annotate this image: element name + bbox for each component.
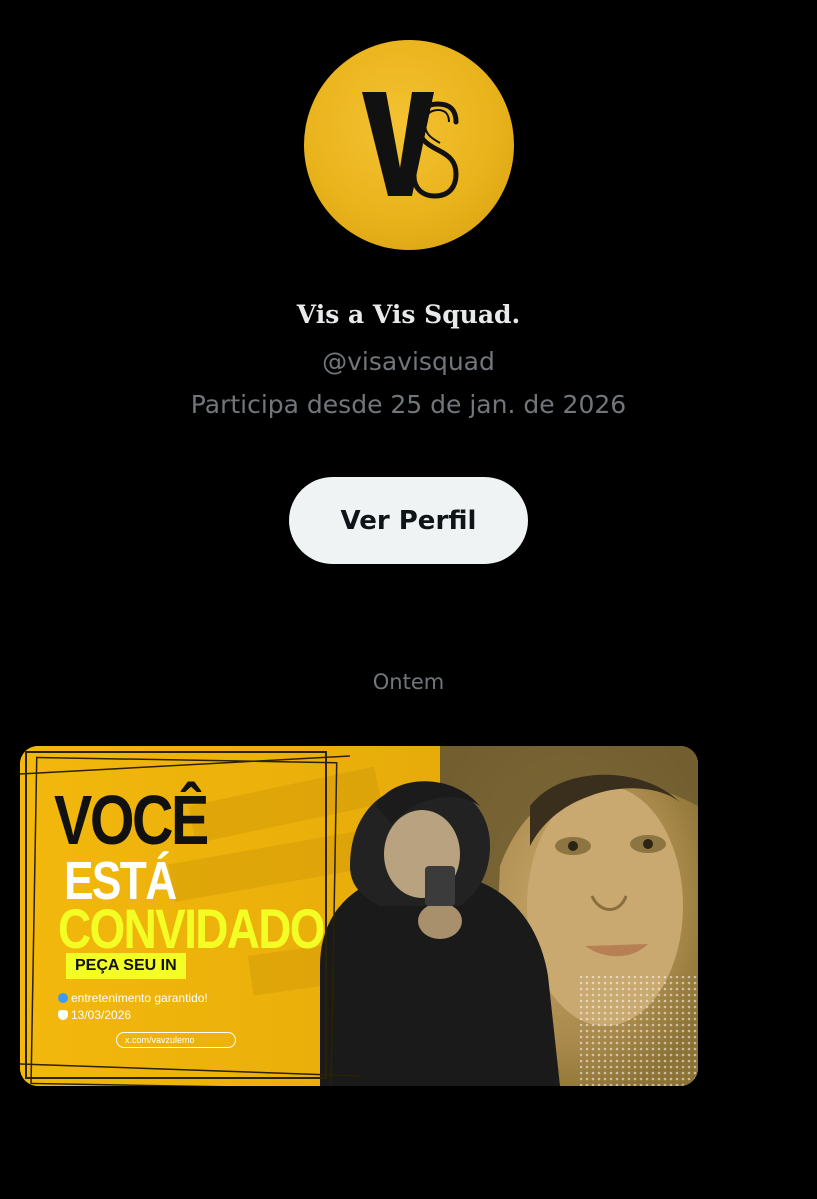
banner-headline-1: VOCÊ	[54, 781, 209, 859]
banner-date-row: 13/03/2026	[58, 1008, 131, 1022]
banner-date: 13/03/2026	[71, 1008, 132, 1022]
banner-headline-3: CONVIDADO	[58, 897, 326, 960]
banner-link: x.com/vavzulemo	[116, 1032, 236, 1048]
banner-tagline-row: entretenimento garantido!	[58, 991, 208, 1005]
shared-image[interactable]: VOCÊ ESTÁ CONVIDADO PEÇA SEU IN entreten…	[20, 746, 698, 1086]
profile-avatar[interactable]	[304, 40, 514, 250]
profile-handle: @visavisquad	[322, 347, 495, 376]
verified-icon	[58, 993, 68, 1003]
vs-logo	[362, 92, 459, 199]
profile-display-name: Vis a Vis Squad.	[296, 300, 521, 329]
banner-link-text: x.com/vavzulemo	[125, 1035, 195, 1045]
profile-join-date: Participa desde 25 de jan. de 2026	[190, 390, 627, 419]
view-profile-button[interactable]: Ver Perfil	[289, 477, 528, 564]
bell-icon	[58, 1010, 68, 1020]
date-separator: Ontem	[372, 670, 445, 694]
banner-cta: PEÇA SEU IN	[66, 953, 186, 979]
banner-tagline: entretenimento garantido!	[71, 991, 208, 1005]
